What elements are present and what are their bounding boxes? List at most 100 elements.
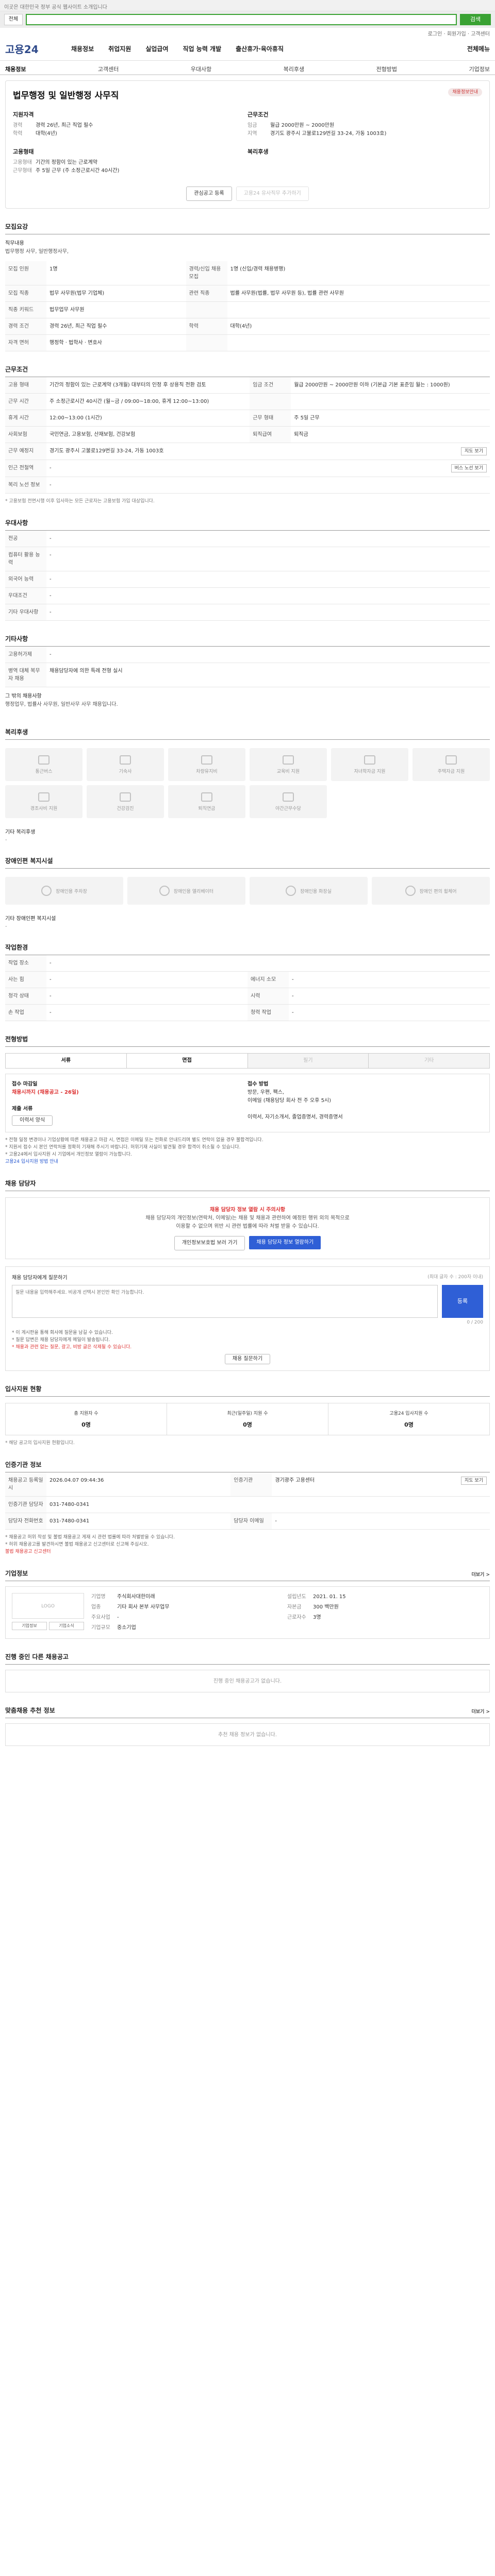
ask-question-button[interactable]: 채용 질문하기 [224,1354,271,1364]
company-section: 기업정보 더보기 > LOGO 기업정보 기업소식 기업명 주식회사대한미래 설립… [5,1569,490,1639]
welfare-item: 차량유지비 [168,748,245,781]
search-button[interactable]: 검색 [460,14,491,25]
process-step-written[interactable]: 필기 [248,1054,369,1068]
table-key: 인증기관 담당자 [5,1496,46,1513]
tab-preferred[interactable]: 우대사항 [191,65,211,73]
other-jobs-empty: 진행 중인 채용공고가 없습니다. [5,1670,490,1692]
process-steps: 서류 면접 필기 기타 [5,1053,490,1069]
table-row: 자격 면허 행정학 · 법학사 · 변호사 [5,334,490,351]
search-scope-select[interactable]: 전체 [4,14,23,25]
question-input[interactable] [12,1285,438,1318]
table-key: 관련 직종 [186,285,227,302]
other-extra: 그 밖의 채용사항 행정업무, 법률사 사무원, 일반사무 사무 채용입니다. [5,687,490,714]
other-table: 고용허가제 - 병역 대체 복무자 채용 채용담당자에 의한 특례 전형 실시 [5,647,490,687]
company-info-button[interactable]: 기업정보 [12,1622,47,1630]
other-extra-label: 그 밖의 채용사항 [5,693,42,699]
table-key [186,301,227,318]
similar-job-button[interactable]: 고용24 유사직무 추가하기 [236,187,309,201]
view-contact-button[interactable]: 채용 담당자 정보 열람하기 [249,1236,321,1249]
question-submit-button[interactable]: 등록 [442,1285,483,1318]
gnb-menu-vocational-training[interactable]: 직업 능력 개발 [183,44,222,53]
recruit-table: 모집 인원 1명 경력/신입 채용 모집 1명 (신입/경력 채용병행) 모집 직종 법… [5,261,490,351]
section-title: 복리후생 [5,727,490,740]
job-info-badge[interactable]: 채용정보안내 [448,88,482,96]
table-key: 청력 작업 [248,1004,289,1021]
table-value: - [289,988,490,1005]
section-title: 근무조건 [5,365,490,377]
util-links[interactable]: 로그인 · 회원가입 · 고객센터 [0,28,495,37]
deadline-label: 접수 마감일 [12,1081,38,1087]
map-button[interactable]: 지도 보기 [461,447,487,455]
summary-key: 임금 [248,123,257,128]
car-icon [201,755,212,765]
summary-key: 경력 [13,123,23,128]
process-step-documents[interactable]: 서류 [6,1054,127,1068]
gov-notice-bar: 이곳은 대한민국 정부 공식 웹사이트 소개입니다 [0,0,495,11]
summary-value: 주 5일 근무 (주 소정근로시간 40시간) [36,168,120,174]
gnb-menu-employment-support[interactable]: 취업지원 [108,44,131,53]
table-row: 병역 대체 복무자 채용 채용담당자에 의한 특례 전형 실시 [5,663,490,687]
site-logo[interactable]: 고용24 [5,41,57,56]
resume-form-button[interactable]: 이력서 양식 [12,1115,53,1126]
gnb-menu-all[interactable]: 전체메뉴 [467,44,490,53]
table-value: 1명 (신입/경력 채용병행) [227,261,490,285]
bus-route-button[interactable]: 버스 노선 보기 [451,464,487,472]
welfare-label: 주택자금 지원 [437,769,465,774]
work-location-text: 경기도 광주시 고불로129번길 33-24, 가동 1003호 [50,448,164,454]
company-more-link[interactable]: 더보기 > [471,1571,490,1578]
apply-guide-link[interactable]: 고용24 입사지원 방법 안내 [5,1158,490,1165]
company-row: 근로자수 3명 [287,1614,483,1622]
table-key: 시력 [248,988,289,1005]
table-key: 작업 장소 [5,955,46,972]
condition-heading: 근무조건 [248,111,269,118]
status-note: * 해당 공고의 입사지원 현황입니다. [5,1440,75,1446]
disability-item: 장애인용 엘리베이터 [127,877,245,905]
gnb-menu-jobs[interactable]: 채용정보 [71,44,94,53]
table-key: 우대조건 [5,587,46,604]
table-key: 근무 형태 [250,410,291,427]
welfare-label: 자녀학자금 지원 [354,769,386,774]
tab-recruit[interactable]: 채용정보 [5,65,26,73]
table-key: 에너지 소모 [248,971,289,988]
disability-section: 장애인편 복지시설 장애인용 주차장 장애인용 엘리베이터 장애인용 화장실 장… [5,856,490,929]
gnb-menu-parental-leave[interactable]: 출산휴가·육아휴직 [236,44,284,53]
scrap-button[interactable]: 관심공고 등록 [186,187,232,201]
company-key: 기업규모 [91,1625,110,1631]
table-value: 경기도 광주시 고불로129번길 33-24, 가동 1003호 지도 보기 [46,443,490,460]
table-value: - [289,971,490,988]
employment-type-heading: 고용형태 [13,148,34,155]
table-key: 직종 키워드 [5,301,46,318]
moon-icon [283,792,294,802]
table-key: 전공 [5,531,46,547]
table-key: 사회보험 [5,426,46,443]
table-value: 월급 2000만원 ~ 2000만원 이하 (기본급 기본 표준임 월는 : 1… [291,377,490,394]
welfare-item: 야간근무수당 [250,785,327,818]
global-nav: 고용24 채용정보 취업지원 실업급여 직업 능력 개발 출산휴가·육아휴직 전… [0,37,495,61]
summary-row: 임금 월급 2000만원 ~ 2000만원 [248,122,482,130]
question-limit: (최대 글자 수 : 200자 이내) [427,1275,483,1280]
welfare-label: 교육비 지원 [276,769,300,774]
table-value [227,301,490,318]
tab-welfare[interactable]: 복리후생 [284,65,304,73]
welfare-label: 기숙사 [119,769,132,774]
tab-process[interactable]: 전형방법 [376,65,397,73]
process-step-interview[interactable]: 면접 [127,1054,248,1068]
recommend-more-link[interactable]: 더보기 > [471,1708,490,1715]
table-value: 1명 [46,261,186,285]
tab-conditions[interactable]: 고객센터 [98,65,119,73]
gnb-menu-unemployment-benefit[interactable]: 실업급여 [145,44,168,53]
search-bar: 전체 검색 [0,11,495,28]
search-input[interactable] [26,14,457,25]
process-section: 전형방법 서류 면접 필기 기타 접수 마감일 채용시까지 (채용공고 - 26… [5,1035,490,1165]
agency-map-button[interactable]: 지도 보기 [461,1477,487,1485]
process-step-other[interactable]: 기타 [369,1054,489,1068]
summary-key: 학력 [13,131,23,137]
tab-company[interactable]: 기업정보 [469,65,489,73]
table-row: 전공 - [5,531,490,547]
report-center-link[interactable]: 불법 채용공고 신고센터 [5,1548,490,1555]
summary-row: 지역 경기도 광주시 고불로129번길 33-24, 가동 1003호) [248,130,482,138]
company-news-button[interactable]: 기업소식 [49,1622,84,1630]
company-key: 업종 [91,1604,101,1610]
other-extra-text: 행정업무, 법률사 사무원, 일반사무 사무 채용입니다. [5,702,118,707]
privacy-law-button[interactable]: 개인정보보호법 보러 가기 [174,1236,245,1250]
